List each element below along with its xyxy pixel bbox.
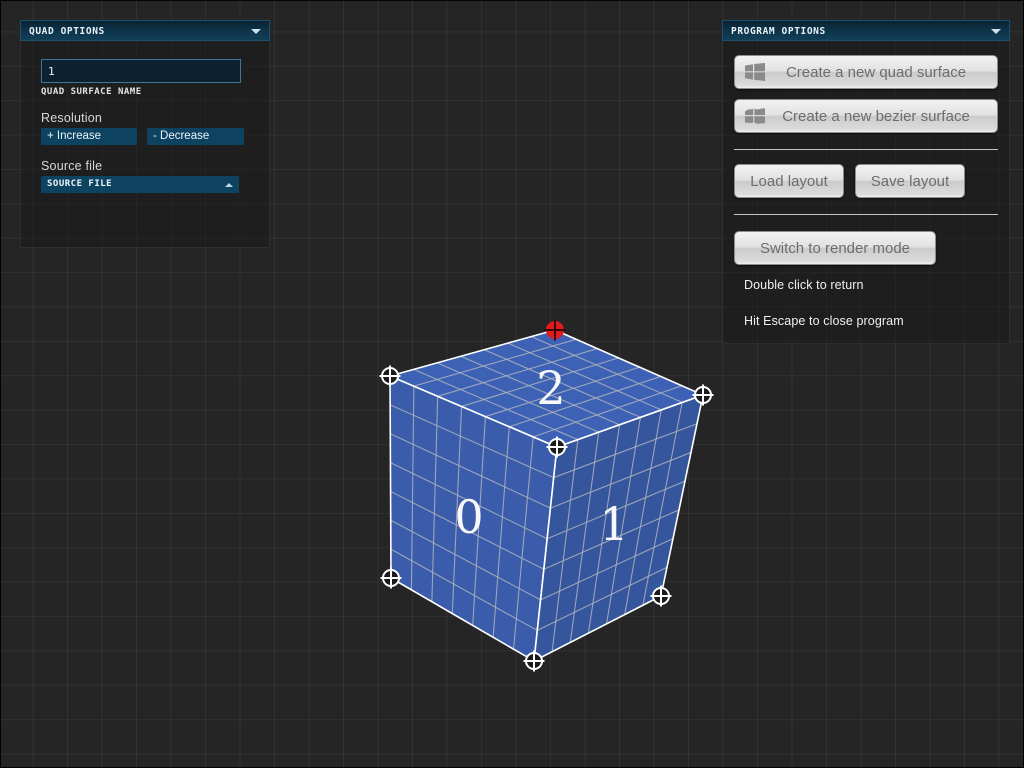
viewport-stage[interactable]: 0 1 2 QUAD OPTIONS QUAD SURFACE NAME Resol…	[0, 0, 1024, 768]
chevron-down-icon[interactable]	[251, 28, 261, 34]
source-file-label: Source file	[41, 159, 103, 173]
program-options-titlebar[interactable]: PROGRAM OPTIONS	[722, 20, 1010, 41]
save-layout-button[interactable]: Save layout	[855, 164, 965, 198]
quad-options-body: QUAD SURFACE NAME Resolution + Increase …	[20, 41, 270, 248]
create-bezier-surface-button[interactable]: Create a new bezier surface	[734, 99, 998, 133]
handle-bottom-front[interactable]	[523, 650, 545, 672]
hint-double-click-to-return: Double click to return	[744, 278, 864, 292]
program-options-body: Create a new quad surface Create a new b…	[722, 41, 1010, 344]
quad-surface-name-label: QUAD SURFACE NAME	[41, 87, 142, 97]
chevron-up-icon[interactable]	[225, 182, 233, 187]
program-options-title-label: PROGRAM OPTIONS	[731, 26, 826, 37]
create-quad-surface-button[interactable]: Create a new quad surface	[734, 55, 998, 89]
handle-top-back[interactable]	[544, 319, 566, 341]
switch-render-mode-label: Switch to render mode	[759, 239, 911, 257]
panel-divider	[734, 214, 998, 215]
handle-bottom-right[interactable]	[650, 585, 672, 607]
face-top: 2	[387, 329, 706, 448]
face-label-0: 0	[454, 490, 483, 544]
face-right: 1	[533, 393, 705, 663]
bezier-surface-icon	[745, 107, 765, 125]
program-options-panel: PROGRAM OPTIONS Create a new quad surfac…	[722, 20, 1010, 344]
face-label-1: 1	[599, 497, 628, 551]
increase-resolution-button[interactable]: + Increase	[41, 128, 137, 145]
resolution-button-row: + Increase - Decrease	[41, 128, 249, 145]
hint-hit-escape: Hit Escape to close program	[744, 314, 904, 328]
quad-name-field-wrap: QUAD SURFACE NAME Resolution + Increase …	[21, 41, 269, 193]
quad-surface-name-input[interactable]	[41, 59, 241, 83]
create-quad-surface-label: Create a new quad surface	[785, 63, 967, 81]
switch-render-mode-button[interactable]: Switch to render mode	[734, 231, 936, 265]
source-file-dropdown[interactable]: SOURCE FILE	[41, 176, 239, 193]
quad-options-title-label: QUAD OPTIONS	[29, 26, 105, 37]
source-file-selected-value: SOURCE FILE	[47, 179, 113, 189]
handle-top-front[interactable]	[546, 436, 568, 458]
load-layout-button[interactable]: Load layout	[734, 164, 844, 198]
create-bezier-surface-label: Create a new bezier surface	[782, 107, 970, 125]
face-label-2: 2	[536, 361, 565, 415]
quad-options-titlebar[interactable]: QUAD OPTIONS	[20, 20, 270, 41]
resolution-label: Resolution	[41, 111, 103, 125]
quad-surface-icon	[745, 63, 765, 81]
chevron-down-icon[interactable]	[991, 28, 1001, 34]
save-layout-label: Save layout	[870, 172, 950, 190]
quad-options-panel: QUAD OPTIONS QUAD SURFACE NAME Resolutio…	[20, 20, 270, 248]
handle-top-right[interactable]	[692, 384, 714, 406]
handle-bottom-left[interactable]	[380, 567, 402, 589]
layout-button-row: Load layout Save layout	[734, 164, 998, 198]
panel-divider	[734, 149, 998, 150]
load-layout-label: Load layout	[750, 172, 828, 190]
decrease-resolution-button[interactable]: - Decrease	[147, 128, 244, 145]
handle-top-left[interactable]	[379, 365, 401, 387]
face-left: 0	[389, 374, 558, 663]
